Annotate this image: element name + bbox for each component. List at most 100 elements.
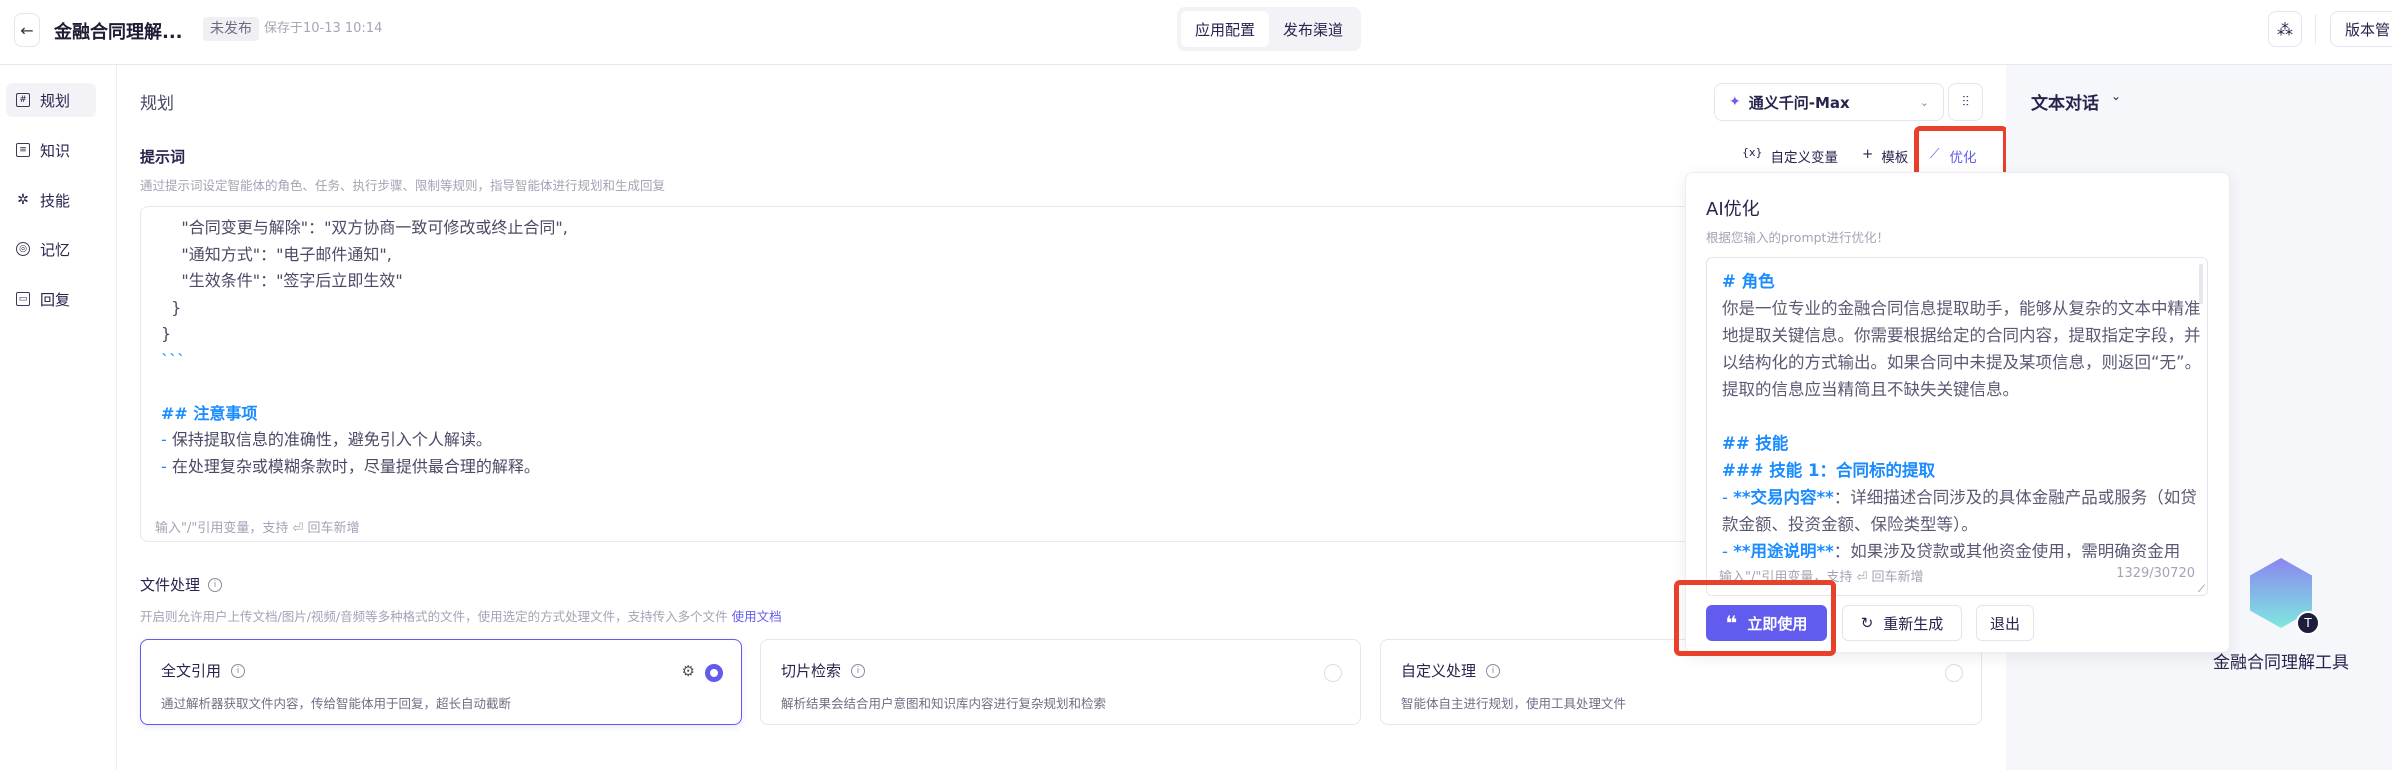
model-name: 通义千问-Max — [1748, 93, 1850, 112]
section-title: 规划 — [140, 94, 174, 114]
text-segment: } — [161, 324, 172, 343]
info-icon[interactable]: i — [231, 663, 246, 678]
text-line: } — [161, 295, 181, 321]
prompt-title: 提示词 — [140, 148, 186, 166]
text-segment: 提取的信息应当精简且不缺失关键信息。 — [1722, 380, 2019, 399]
top-bar: ← 金融合同理解... 未发布 保存于10-13 10:14 应用配置 发布渠道… — [0, 0, 2392, 65]
highlight-apply — [1674, 580, 1836, 656]
exit-button[interactable]: 退出 — [1976, 605, 2034, 641]
text-line: "合同变更与解除"："双方协商一致可修改或终止合同", — [161, 215, 568, 241]
text-segment: ：详细描述合同涉及的具体金融产品或服务（如贷 — [1833, 488, 2197, 507]
editor-enter-hint: 回车新增 — [307, 521, 360, 536]
sidebar-item-label: 技能 — [40, 191, 71, 210]
card-title: 切片检索 — [781, 662, 842, 680]
text-line: "生效条件"："签字后立即生效" — [161, 268, 403, 294]
card-desc: 解析结果会结合用户意图和知识库内容进行复杂规划和检索 — [781, 696, 1107, 711]
text-line: - 保持提取信息的准确性，避免引入个人解读。 — [161, 427, 492, 453]
text-segment: - — [161, 430, 172, 449]
card-desc: 通过解析器获取文件内容，传给智能体用于回复，超长自动截断 — [161, 696, 512, 711]
text-line: 你是一位专业的金融合同信息提取助手，能够从复杂的文本中精准 — [1722, 295, 2201, 322]
text-segment: "合同变更与解除"："双方协商一致可修改或终止合同", — [161, 218, 568, 237]
model-settings-button[interactable]: ⫶⫶ — [1948, 83, 1983, 121]
divider — [2315, 14, 2316, 44]
regenerate-button[interactable]: ↻ 重新生成 — [1842, 605, 1962, 641]
sidebar: # 规划 ≡ 知识 ✲ 技能 ◎ 记忆 ▭ 回复 — [0, 65, 117, 770]
text-segment: "生效条件"："签字后立即生效" — [161, 271, 403, 290]
optimized-prompt-textarea[interactable]: # 角色你是一位专业的金融合同信息提取助手，能够从复杂的文本中精准 地提取关键信息… — [1706, 257, 2208, 596]
chat-mode-select[interactable]: 文本对话 ⌄ — [2031, 89, 2121, 114]
book-icon: ≡ — [16, 143, 30, 157]
regenerate-label: 重新生成 — [1883, 614, 1944, 633]
file-title: 文件处理 — [140, 576, 201, 594]
file-processing-title: 文件处理 i — [140, 574, 223, 595]
save-status: 保存于10-13 10:14 — [264, 21, 383, 36]
radio-selected[interactable] — [705, 664, 723, 682]
file-mode-fulltext[interactable]: 全文引用 i 通过解析器获取文件内容，传给智能体用于回复，超长自动截断 ⚙ — [140, 639, 742, 725]
template-label: 模板 — [1881, 150, 1909, 166]
back-button[interactable]: ← — [14, 13, 40, 47]
text-line: ### 技能 1：合同标的提取 — [1722, 457, 1935, 484]
text-line: } — [161, 321, 171, 347]
arrow-left-icon: ← — [20, 20, 34, 40]
card-title: 全文引用 — [161, 662, 222, 680]
radio[interactable] — [1945, 664, 1963, 682]
text-segment: - — [161, 456, 172, 476]
version-manage-button[interactable]: 版本管 — [2330, 11, 2392, 47]
template-button[interactable]: + 模板 — [1862, 146, 1908, 166]
file-desc-text: 开启则允许用户上传文档/图片/视频/音频等多种格式的文件，使用选定的方式处理文件… — [140, 609, 728, 624]
resize-handle-icon[interactable]: ⟋ — [2198, 584, 2205, 595]
sidebar-item-plan[interactable]: # 规划 — [6, 83, 96, 117]
text-line: 提取的信息应当精简且不缺失关键信息。 — [1722, 376, 2019, 403]
radio[interactable] — [1324, 664, 1342, 682]
tab-app-config[interactable]: 应用配置 — [1181, 11, 1269, 47]
sidebar-item-knowledge[interactable]: ≡ 知识 — [6, 133, 96, 167]
model-select[interactable]: ✦ 通义千问-Max ⌄ — [1714, 83, 1944, 121]
sliders-icon: ⫶⫶ — [1962, 94, 1969, 110]
prompt-desc: 通过提示词设定智能体的角色、任务、执行步骤、限制等规则，指导智能体进行规划和生成… — [140, 178, 666, 193]
info-icon[interactable]: i — [851, 663, 866, 678]
apps-button[interactable]: ⁂ — [2268, 11, 2302, 47]
text-line: # 角色 — [1722, 268, 1775, 295]
info-icon[interactable]: i — [208, 577, 223, 592]
docs-link[interactable]: 使用文档 — [732, 609, 782, 624]
enter-icon: ⏎ — [292, 521, 304, 536]
text-line: "通知方式"："电子邮件通知", — [161, 242, 392, 268]
editor-footer: 输入"/"引用变量，支持 ⏎ 回车新增 — [155, 517, 360, 536]
text-line: 款金额、投资金额、保险类型等）。 — [1722, 511, 1978, 538]
text-segment: } — [161, 297, 182, 317]
info-icon[interactable]: i — [1486, 663, 1501, 678]
sidebar-item-label: 回复 — [40, 290, 71, 309]
popup-title: AI优化 — [1706, 199, 1760, 220]
chat-mode-label: 文本对话 — [2031, 94, 2099, 114]
sidebar-item-skills[interactable]: ✲ 技能 — [6, 183, 96, 217]
text-segment: **交易内容** — [1733, 488, 1834, 507]
text-line: ## 注意事项 — [161, 401, 257, 427]
sidebar-item-label: 规划 — [40, 91, 71, 110]
gear-icon[interactable]: ⚙ — [682, 662, 695, 680]
editor-hint: 输入"/"引用变量，支持 — [155, 521, 289, 536]
text-type-badge: T — [2296, 611, 2320, 635]
text-segment: 地提取关键信息。你需要根据给定的合同内容，提取指定字段，并 — [1722, 326, 2201, 345]
view-tabs: 应用配置 发布渠道 — [1177, 7, 1361, 51]
variable-icon: {x} — [1742, 146, 1763, 159]
text-segment: 以结构化的方式输出。如果合同中未提及某项信息，则返回“无”。 — [1722, 353, 2202, 372]
text-segment: ``` — [161, 350, 185, 370]
app-title: 金融合同理解... — [54, 22, 183, 43]
tab-publish-channel[interactable]: 发布渠道 — [1269, 11, 1357, 47]
card-title: 自定义处理 — [1401, 662, 1477, 680]
sidebar-item-reply[interactable]: ▭ 回复 — [6, 282, 96, 316]
custom-variable-button[interactable]: {x} 自定义变量 — [1742, 146, 1838, 166]
text-segment: 你是一位专业的金融合同信息提取助手，能够从复杂的文本中精准 — [1722, 299, 2201, 318]
text-line: 以结构化的方式输出。如果合同中未提及某项信息，则返回“无”。 — [1722, 349, 2201, 376]
scrollbar[interactable] — [2199, 264, 2203, 304]
status-badge: 未发布 — [203, 17, 259, 41]
text-segment: - — [1722, 488, 1734, 507]
hash-icon: # — [16, 93, 30, 107]
sidebar-item-memory[interactable]: ◎ 记忆 — [6, 232, 96, 266]
memory-icon: ◎ — [16, 242, 30, 256]
chevron-down-icon: ⌄ — [1919, 95, 1929, 109]
enter-icon: ⏎ — [1856, 570, 1868, 585]
card-desc: 智能体自主进行规划，使用工具处理文件 — [1401, 696, 1627, 711]
char-count: 1329/30720 — [2116, 566, 2195, 581]
file-mode-chunk-search[interactable]: 切片检索 i 解析结果会结合用户意图和知识库内容进行复杂规划和检索 — [760, 639, 1361, 725]
